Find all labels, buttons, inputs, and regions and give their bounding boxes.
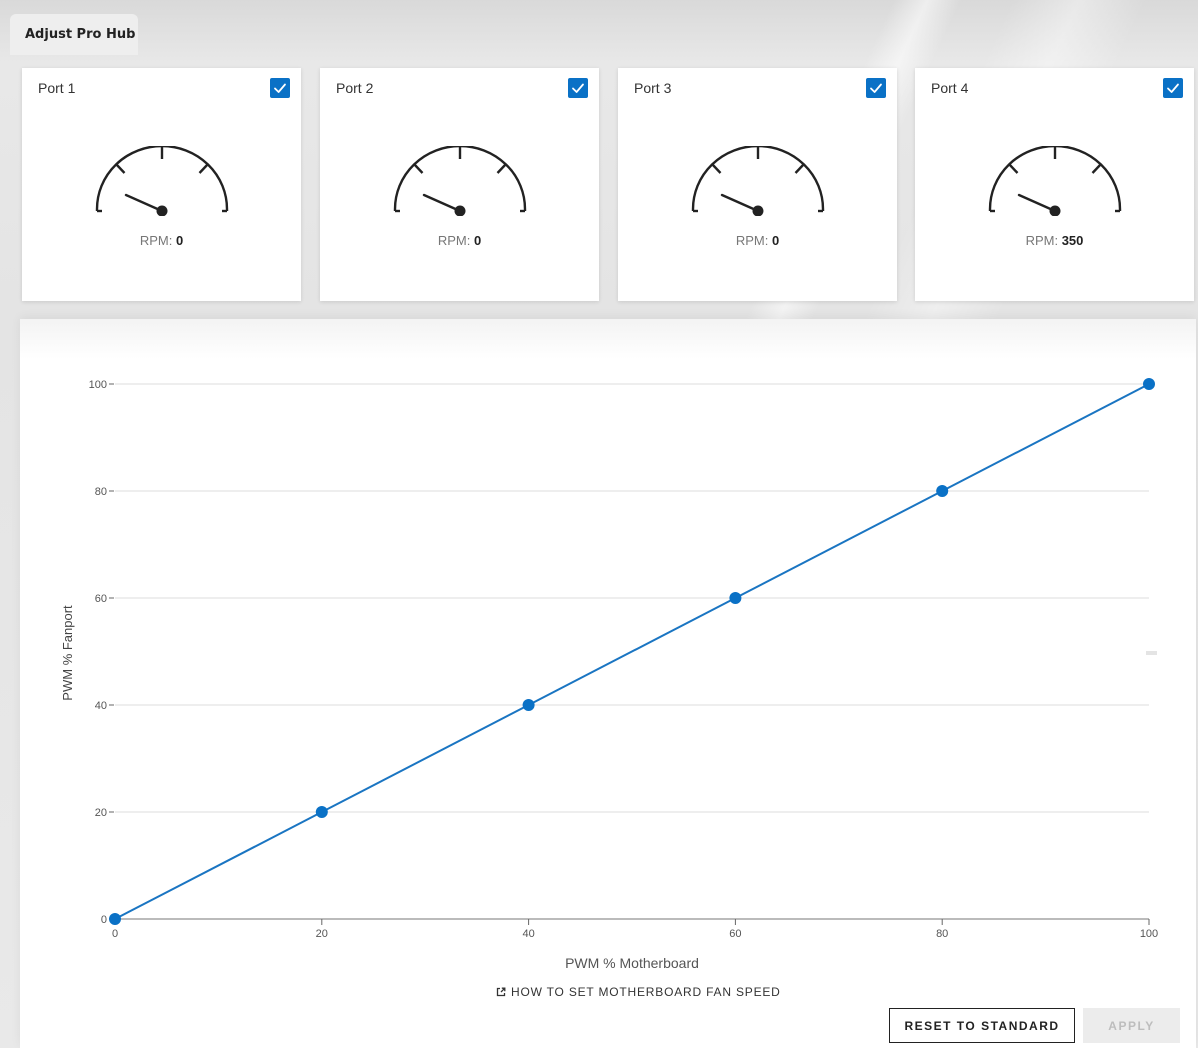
x-tick-label: 60 <box>729 928 741 940</box>
x-tick-label: 40 <box>522 928 534 940</box>
y-tick-label: 40 <box>95 700 107 712</box>
x-tick-label: 80 <box>936 928 948 940</box>
x-tick-label: 0 <box>112 928 118 940</box>
external-link-icon <box>496 987 506 997</box>
series-line <box>114 383 1150 920</box>
curve-point[interactable] <box>522 699 535 711</box>
howto-link[interactable]: HOW TO SET MOTHERBOARD FAN SPEED <box>496 985 781 999</box>
y-tick-label: 100 <box>89 379 107 391</box>
x-tick-label: 100 <box>1140 928 1158 940</box>
y-tick-label: 60 <box>95 593 107 605</box>
curve-point[interactable] <box>109 913 121 925</box>
apply-button[interactable]: APPLY <box>1083 1008 1180 1043</box>
curve-point[interactable] <box>315 806 328 818</box>
reset-to-standard-button[interactable]: RESET TO STANDARD <box>889 1008 1075 1043</box>
curve-point[interactable] <box>729 592 742 604</box>
y-tick-label: 0 <box>101 914 107 926</box>
howto-link-label: HOW TO SET MOTHERBOARD FAN SPEED <box>511 985 781 999</box>
x-axis-label: PWM % Motherboard <box>565 955 699 971</box>
curve-point[interactable] <box>1143 378 1155 390</box>
y-tick-label: 80 <box>95 486 107 498</box>
fan-curve-chart[interactable]: 0 20 40 60 80 100 0 20 40 60 80 100 <box>0 0 1198 1048</box>
scroll-indicator <box>1146 651 1157 655</box>
curve-point[interactable] <box>936 485 949 497</box>
y-tick-label: 20 <box>95 807 107 819</box>
x-tick-label: 20 <box>316 928 328 940</box>
